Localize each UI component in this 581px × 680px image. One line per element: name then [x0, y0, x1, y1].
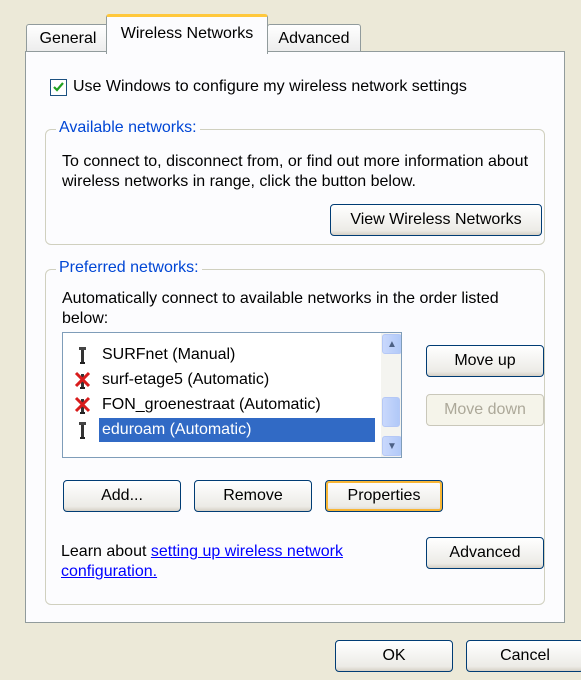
- network-name: FON_groenestraat (Automatic): [102, 396, 321, 413]
- network-name: eduroam (Automatic): [99, 418, 375, 442]
- available-networks-description: To connect to, disconnect from, or find …: [62, 153, 529, 190]
- network-item-eduroam[interactable]: eduroam (Automatic): [65, 418, 375, 442]
- antenna-icon: [73, 345, 93, 365]
- add-button[interactable]: Add...: [63, 480, 181, 512]
- network-item-surfnet[interactable]: SURFnet (Manual): [65, 343, 375, 367]
- network-name: SURFnet (Manual): [102, 346, 236, 363]
- properties-button[interactable]: Properties: [325, 480, 443, 512]
- use-windows-checkbox[interactable]: [50, 78, 67, 96]
- learn-about-text: Learn about setting up wireless network …: [61, 542, 391, 582]
- tab-general[interactable]: General: [26, 24, 110, 52]
- tab-panel: Use Windows to configure my wireless net…: [25, 51, 565, 623]
- tab-advanced[interactable]: Advanced: [267, 24, 361, 52]
- network-item-surf-etage5[interactable]: surf-etage5 (Automatic): [65, 368, 375, 392]
- list-scrollbar[interactable]: ▲ ▼: [381, 333, 401, 457]
- antenna-icon: [73, 420, 93, 440]
- use-windows-checkbox-row[interactable]: Use Windows to configure my wireless net…: [50, 78, 467, 96]
- tab-advanced-label: Advanced: [278, 30, 350, 47]
- view-wireless-networks-button[interactable]: View Wireless Networks: [330, 204, 542, 236]
- move-up-button[interactable]: Move up: [426, 345, 544, 377]
- available-networks-legend: Available networks:: [56, 119, 200, 137]
- move-down-button[interactable]: Move down: [426, 394, 544, 426]
- antenna-unavailable-icon: [73, 395, 93, 415]
- antenna-unavailable-icon: [73, 370, 93, 390]
- scroll-up-icon[interactable]: ▲: [382, 334, 401, 354]
- learn-about-prefix: Learn about: [61, 543, 151, 560]
- scroll-down-icon[interactable]: ▼: [382, 436, 401, 456]
- preferred-networks-description: Automatically connect to available netwo…: [62, 290, 499, 327]
- tab-general-label: General: [39, 30, 97, 47]
- available-networks-group: Available networks: To connect to, disco…: [45, 119, 545, 245]
- remove-button[interactable]: Remove: [194, 480, 312, 512]
- tab-wireless-networks-label: Wireless Networks: [120, 25, 254, 42]
- ok-button[interactable]: OK: [335, 640, 453, 672]
- network-item-fon-groenestraat[interactable]: FON_groenestraat (Automatic): [65, 393, 375, 417]
- use-windows-label: Use Windows to configure my wireless net…: [73, 78, 467, 95]
- advanced-button[interactable]: Advanced: [426, 537, 544, 569]
- cancel-button[interactable]: Cancel: [466, 640, 581, 672]
- preferred-networks-list[interactable]: SURFnet (Manual) surf-etage5 (Automatic)…: [62, 332, 402, 458]
- preferred-networks-legend: Preferred networks:: [56, 259, 202, 277]
- checkmark-icon: [53, 81, 64, 92]
- scroll-thumb[interactable]: [382, 397, 400, 427]
- tab-wireless-networks[interactable]: Wireless Networks: [106, 14, 268, 54]
- network-name: surf-etage5 (Automatic): [102, 371, 270, 388]
